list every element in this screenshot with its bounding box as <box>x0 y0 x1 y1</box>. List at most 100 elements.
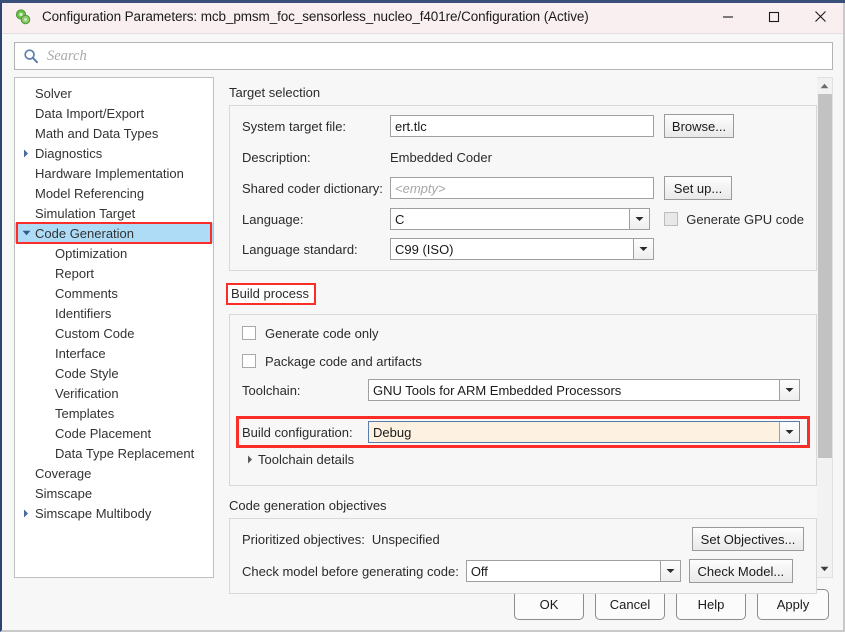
window-top-accent <box>0 0 845 3</box>
sidebar-item-solver[interactable]: Solver <box>15 83 213 103</box>
toolchain-select[interactable]: GNU Tools for ARM Embedded Processors <box>368 379 800 401</box>
system-target-file-row: System target file: ert.tlc Browse... <box>242 114 804 138</box>
scroll-down-button[interactable] <box>817 561 833 577</box>
sidebar-item-code-style[interactable]: Code Style <box>15 363 213 383</box>
main-split: SolverData Import/Export Math and Data Ty… <box>2 77 843 578</box>
maximize-button[interactable] <box>751 0 797 33</box>
chevron-right-icon[interactable] <box>19 149 33 158</box>
sidebar-item-custom-code[interactable]: Custom Code <box>15 323 213 343</box>
configuration-parameters-window: Configuration Parameters: mcb_pmsm_foc_s… <box>0 0 845 632</box>
scroll-thumb[interactable] <box>818 94 832 458</box>
sidebar-item-data-type-replacement[interactable]: Data Type Replacement <box>15 443 213 463</box>
settings-tree[interactable]: SolverData Import/Export Math and Data Ty… <box>14 77 214 578</box>
window-controls <box>705 0 843 33</box>
chevron-down-icon[interactable] <box>19 230 33 236</box>
generate-gpu-code-checkbox[interactable] <box>664 212 678 226</box>
check-model-row: Check model before generating code: Off … <box>242 559 804 583</box>
chevron-down-icon[interactable] <box>779 422 799 442</box>
sidebar-item-report[interactable]: Report <box>15 263 213 283</box>
prioritized-objectives-row: Prioritized objectives: Unspecified Set … <box>242 527 804 551</box>
content-scrollbar[interactable] <box>817 77 833 578</box>
sidebar-item-diagnostics[interactable]: Diagnostics <box>15 143 213 163</box>
minimize-button[interactable] <box>705 0 751 33</box>
description-value: Embedded Coder <box>390 150 492 165</box>
sidebar-item-optimization[interactable]: Optimization <box>15 243 213 263</box>
sidebar-item-label: Hardware Implementation <box>33 166 184 181</box>
sidebar-item-verification[interactable]: Verification <box>15 383 213 403</box>
toolchain-value: GNU Tools for ARM Embedded Processors <box>369 380 779 400</box>
scroll-up-button[interactable] <box>817 78 833 94</box>
close-button[interactable] <box>797 0 843 33</box>
sidebar-item-simscape[interactable]: Simscape <box>15 483 213 503</box>
language-standard-select[interactable]: C99 (ISO) <box>390 238 654 260</box>
sidebar-item-model-referencing[interactable]: Model Referencing <box>15 183 213 203</box>
package-code-row[interactable]: Package code and artifacts <box>242 351 804 371</box>
content-area: Target selection System target file: ert… <box>223 77 833 578</box>
prioritized-objectives-label: Prioritized objectives: <box>242 532 365 547</box>
sidebar-item-simscape-multibody[interactable]: Simscape Multibody <box>15 503 213 523</box>
language-value: C <box>391 209 629 229</box>
sidebar-item-label: Interface <box>33 346 106 361</box>
sidebar-item-code-placement[interactable]: Code Placement <box>15 423 213 443</box>
sidebar-item-hardware-implementation[interactable]: Hardware Implementation <box>15 163 213 183</box>
language-row: Language: C Generate GPU code <box>242 208 804 230</box>
set-up-button[interactable]: Set up... <box>664 176 732 200</box>
search-icon <box>23 48 39 64</box>
build-process-title: Build process <box>226 283 316 305</box>
sidebar-item-label: Math and Data Types <box>33 126 158 141</box>
simulink-icon <box>14 8 32 26</box>
sidebar-item-label: Coverage <box>33 466 91 481</box>
sidebar-item-label: Verification <box>33 386 119 401</box>
system-target-file-label: System target file: <box>242 119 390 134</box>
check-model-select[interactable]: Off <box>466 560 681 582</box>
set-objectives-button[interactable]: Set Objectives... <box>692 527 804 551</box>
prioritized-objectives-value: Unspecified <box>372 532 440 547</box>
build-process-group: Generate code only Package code and arti… <box>229 314 817 486</box>
chevron-down-icon[interactable] <box>779 380 799 400</box>
sidebar-item-code-generation[interactable]: Code Generation <box>15 223 213 243</box>
sidebar-item-math-and-data-types[interactable]: Math and Data Types <box>15 123 213 143</box>
sidebar-item-comments[interactable]: Comments <box>15 283 213 303</box>
browse-button[interactable]: Browse... <box>664 114 734 138</box>
language-standard-value: C99 (ISO) <box>391 239 633 259</box>
window-title: Configuration Parameters: mcb_pmsm_foc_s… <box>42 9 589 24</box>
toolchain-details-expander[interactable]: Toolchain details <box>242 452 804 467</box>
sidebar-item-coverage[interactable]: Coverage <box>15 463 213 483</box>
chevron-right-icon[interactable] <box>19 509 33 518</box>
build-configuration-row: Build configuration: Debug <box>242 421 804 443</box>
code-generation-pane: Target selection System target file: ert… <box>223 77 817 578</box>
package-code-checkbox[interactable] <box>242 354 256 368</box>
check-model-value: Off <box>467 561 660 581</box>
sidebar-item-identifiers[interactable]: Identifiers <box>15 303 213 323</box>
generate-code-only-checkbox[interactable] <box>242 326 256 340</box>
chevron-down-icon[interactable] <box>660 561 680 581</box>
sidebar-item-simulation-target[interactable]: Simulation Target <box>15 203 213 223</box>
system-target-file-input[interactable]: ert.tlc <box>390 115 654 137</box>
toolchain-row: Toolchain: GNU Tools for ARM Embedded Pr… <box>242 379 804 401</box>
search-input[interactable]: Search <box>14 42 833 70</box>
language-standard-label: Language standard: <box>242 242 390 257</box>
sidebar-item-label: Code Generation <box>33 226 134 241</box>
code-generation-objectives-title: Code generation objectives <box>229 498 387 513</box>
search-row: Search <box>2 34 843 77</box>
shared-coder-dictionary-row: Shared coder dictionary: <empty> Set up.… <box>242 176 804 200</box>
build-configuration-select[interactable]: Debug <box>368 421 800 443</box>
toolchain-details-label: Toolchain details <box>258 452 354 467</box>
sidebar-item-interface[interactable]: Interface <box>15 343 213 363</box>
sidebar-item-label: Simulation Target <box>33 206 135 221</box>
sidebar-item-label: Simscape <box>33 486 92 501</box>
sidebar-item-data-import-export[interactable]: Data Import/Export <box>15 103 213 123</box>
shared-coder-dictionary-input[interactable]: <empty> <box>390 177 654 199</box>
check-model-button[interactable]: Check Model... <box>689 559 793 583</box>
generate-code-only-row[interactable]: Generate code only <box>242 323 804 343</box>
target-selection-group: System target file: ert.tlc Browse... De… <box>229 105 817 271</box>
chevron-down-icon[interactable] <box>633 239 653 259</box>
chevron-down-icon[interactable] <box>629 209 649 229</box>
scroll-track[interactable] <box>817 94 833 561</box>
chevron-right-icon <box>242 455 258 464</box>
build-configuration-label: Build configuration: <box>242 425 368 440</box>
language-select[interactable]: C <box>390 208 650 230</box>
sidebar-item-templates[interactable]: Templates <box>15 403 213 423</box>
language-label: Language: <box>242 212 390 227</box>
sidebar-item-label: Templates <box>33 406 114 421</box>
